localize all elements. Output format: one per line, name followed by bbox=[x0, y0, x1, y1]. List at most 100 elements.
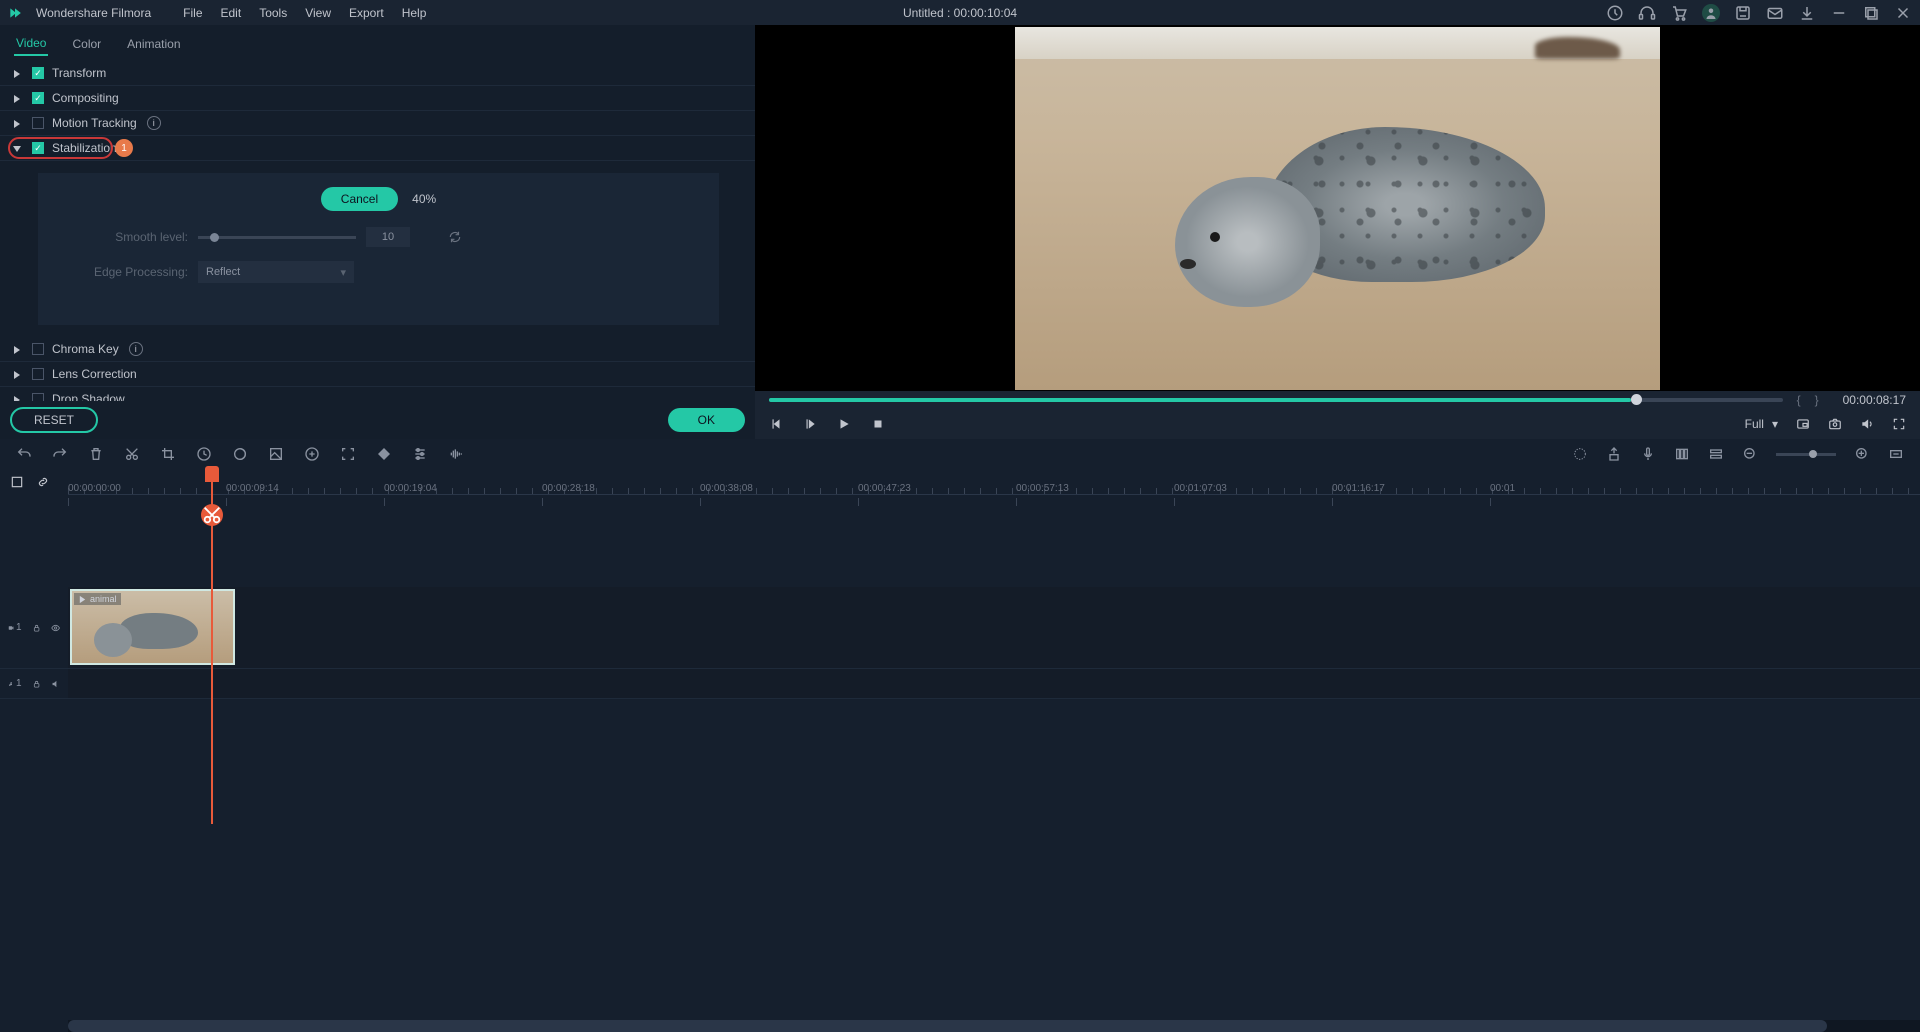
prop-drop-shadow[interactable]: Drop Shadow bbox=[0, 387, 755, 401]
link-icon[interactable] bbox=[36, 475, 50, 489]
prop-chroma-key[interactable]: Chroma Key i bbox=[0, 337, 755, 362]
prop-stabilization[interactable]: Stabilization 1 bbox=[0, 136, 755, 161]
help-icon[interactable]: i bbox=[147, 116, 161, 130]
green-screen-icon[interactable] bbox=[268, 446, 284, 462]
checkbox-lens-correction[interactable] bbox=[32, 368, 44, 380]
play-icon[interactable] bbox=[837, 417, 851, 431]
tab-video[interactable]: Video bbox=[14, 32, 48, 56]
window-maximize-icon[interactable] bbox=[1862, 4, 1880, 22]
caret-right-icon[interactable] bbox=[12, 68, 22, 78]
eye-icon[interactable] bbox=[51, 622, 60, 634]
window-minimize-icon[interactable] bbox=[1830, 4, 1848, 22]
menu-help[interactable]: Help bbox=[402, 6, 427, 20]
prop-lens-correction[interactable]: Lens Correction bbox=[0, 362, 755, 387]
tab-animation[interactable]: Animation bbox=[125, 33, 182, 55]
detect-icon[interactable] bbox=[340, 446, 356, 462]
scrollbar-thumb[interactable] bbox=[68, 1020, 1827, 1032]
pip-icon[interactable] bbox=[1796, 417, 1810, 431]
snapshot-icon[interactable] bbox=[1828, 417, 1842, 431]
volume-icon[interactable] bbox=[1860, 417, 1874, 431]
playhead[interactable] bbox=[211, 474, 213, 824]
cancel-button[interactable]: Cancel bbox=[321, 187, 398, 211]
voiceover-icon[interactable] bbox=[1640, 446, 1656, 462]
delete-icon[interactable] bbox=[88, 446, 104, 462]
resolution-select[interactable]: Full▾ bbox=[1745, 417, 1778, 431]
stop-icon[interactable] bbox=[871, 417, 885, 431]
menu-export[interactable]: Export bbox=[349, 6, 384, 20]
zoom-fit-icon[interactable] bbox=[1888, 446, 1904, 462]
render-icon[interactable] bbox=[1572, 446, 1588, 462]
smooth-level-slider[interactable] bbox=[198, 236, 356, 239]
window-close-icon[interactable] bbox=[1894, 4, 1912, 22]
refresh-icon[interactable] bbox=[448, 230, 462, 244]
mark-out-icon[interactable]: } bbox=[1815, 393, 1819, 407]
tab-color[interactable]: Color bbox=[70, 33, 103, 55]
video-track-body[interactable]: animal bbox=[68, 587, 1920, 668]
undo-icon[interactable] bbox=[16, 446, 32, 462]
ok-button[interactable]: OK bbox=[668, 408, 745, 432]
caret-right-icon[interactable] bbox=[12, 344, 22, 354]
redo-icon[interactable] bbox=[52, 446, 68, 462]
checkbox-transform[interactable] bbox=[32, 67, 44, 79]
color-icon[interactable] bbox=[232, 446, 248, 462]
edge-processing-select[interactable]: Reflect bbox=[198, 261, 354, 283]
mail-icon[interactable] bbox=[1766, 4, 1784, 22]
save-icon[interactable] bbox=[1734, 4, 1752, 22]
cut-icon[interactable] bbox=[124, 446, 140, 462]
scrub-thumb-icon[interactable] bbox=[1631, 394, 1642, 405]
lock-icon[interactable] bbox=[32, 678, 41, 690]
timeline-ruler[interactable]: 00:00:00:00 00:00:09:14 00:00:19:04 00:0… bbox=[68, 469, 1920, 495]
marker-icon[interactable] bbox=[1606, 446, 1622, 462]
cart-icon[interactable] bbox=[1670, 4, 1688, 22]
step-back-icon[interactable] bbox=[803, 417, 817, 431]
zoom-thumb-icon[interactable] bbox=[1809, 450, 1817, 458]
checkbox-drop-shadow[interactable] bbox=[32, 393, 44, 401]
audio-track-body[interactable] bbox=[68, 669, 1920, 698]
caret-right-icon[interactable] bbox=[12, 118, 22, 128]
slider-thumb-icon[interactable] bbox=[210, 233, 219, 242]
zoom-in-icon[interactable] bbox=[1854, 446, 1870, 462]
lock-icon[interactable] bbox=[32, 622, 41, 634]
caret-right-icon[interactable] bbox=[12, 394, 22, 401]
headset-icon[interactable] bbox=[1638, 4, 1656, 22]
crop-icon[interactable] bbox=[160, 446, 176, 462]
mark-in-icon[interactable]: { bbox=[1797, 393, 1801, 407]
adjust-icon[interactable] bbox=[412, 446, 428, 462]
help-icon[interactable]: i bbox=[129, 342, 143, 356]
checkbox-compositing[interactable] bbox=[32, 92, 44, 104]
playhead-handle-icon[interactable] bbox=[205, 466, 219, 482]
timeline-menu-icon[interactable] bbox=[10, 475, 24, 489]
speed-icon[interactable] bbox=[196, 446, 212, 462]
caret-right-icon[interactable] bbox=[12, 93, 22, 103]
preview-viewport[interactable] bbox=[755, 25, 1920, 391]
keyframe-icon[interactable] bbox=[376, 446, 392, 462]
scrub-track[interactable] bbox=[769, 398, 1783, 402]
caret-right-icon[interactable] bbox=[12, 369, 22, 379]
mixer-icon[interactable] bbox=[1674, 446, 1690, 462]
checkbox-chroma-key[interactable] bbox=[32, 343, 44, 355]
smooth-level-value[interactable]: 10 bbox=[366, 227, 410, 247]
prop-compositing[interactable]: Compositing bbox=[0, 86, 755, 111]
tracks-icon[interactable] bbox=[1708, 446, 1724, 462]
prop-transform[interactable]: Transform bbox=[0, 61, 755, 86]
checkbox-stabilization[interactable] bbox=[32, 142, 44, 154]
zoom-out-icon[interactable] bbox=[1742, 446, 1758, 462]
timeline-scrollbar[interactable] bbox=[68, 1020, 1920, 1032]
prop-motion-tracking[interactable]: Motion Tracking i bbox=[0, 111, 755, 136]
menu-view[interactable]: View bbox=[305, 6, 331, 20]
zoom-slider[interactable] bbox=[1776, 453, 1836, 456]
menu-tools[interactable]: Tools bbox=[259, 6, 287, 20]
reset-button[interactable]: RESET bbox=[10, 407, 98, 433]
audio-icon[interactable] bbox=[448, 446, 464, 462]
menu-edit[interactable]: Edit bbox=[221, 6, 242, 20]
fullscreen-icon[interactable] bbox=[1892, 417, 1906, 431]
freeze-icon[interactable] bbox=[304, 446, 320, 462]
prev-frame-icon[interactable] bbox=[769, 417, 783, 431]
checkbox-motion-tracking[interactable] bbox=[32, 117, 44, 129]
mute-icon[interactable] bbox=[51, 678, 60, 690]
caret-down-icon[interactable] bbox=[12, 143, 22, 153]
menu-file[interactable]: File bbox=[183, 6, 202, 20]
download-icon[interactable] bbox=[1798, 4, 1816, 22]
playhead-split-icon[interactable] bbox=[201, 504, 223, 526]
user-icon[interactable] bbox=[1702, 4, 1720, 22]
